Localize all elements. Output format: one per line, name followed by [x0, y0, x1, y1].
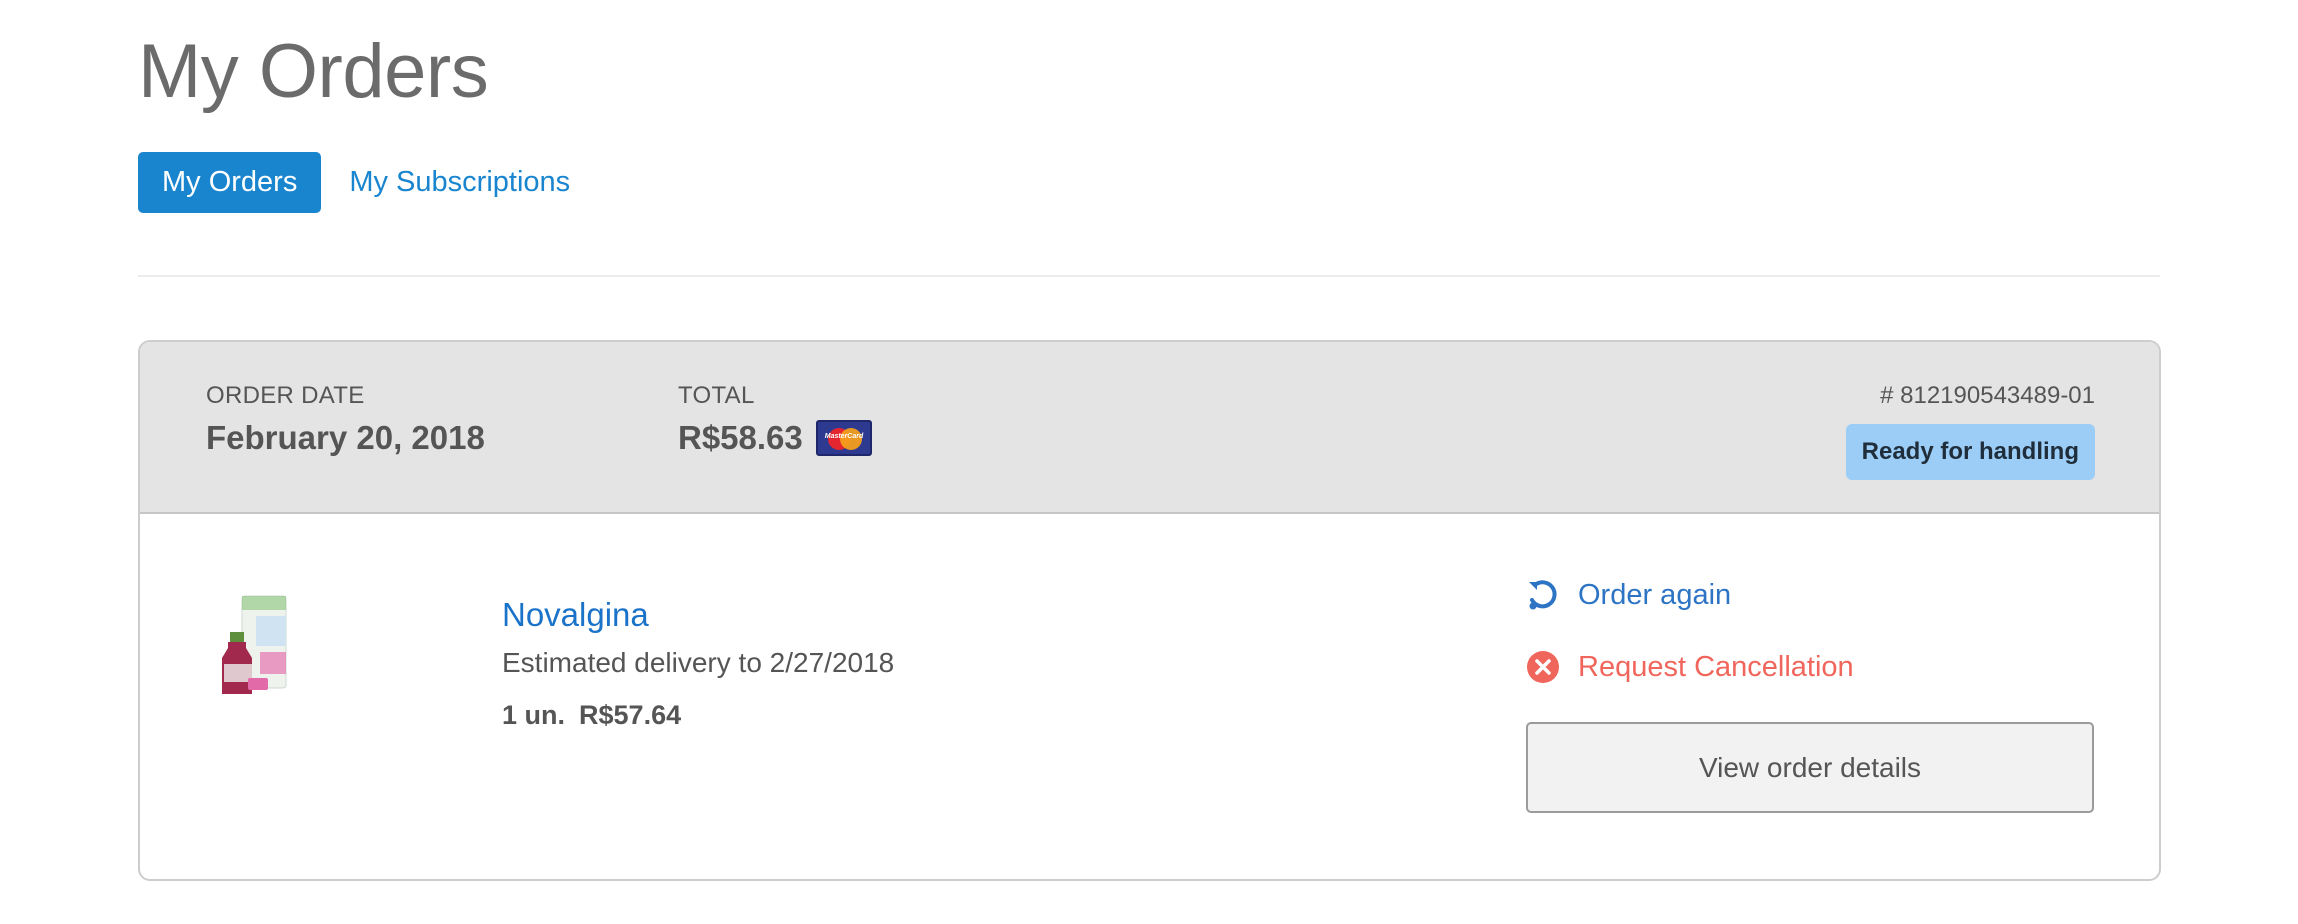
mastercard-icon: MasterCard	[816, 420, 872, 456]
request-cancellation-label: Request Cancellation	[1578, 650, 1854, 683]
order-total-label: TOTAL	[678, 382, 755, 409]
order-header: ORDER DATE February 20, 2018 TOTAL R$58.…	[140, 342, 2159, 514]
request-cancellation-link[interactable]: Request Cancellation	[1526, 650, 1854, 684]
item-price: R$57.64	[579, 700, 682, 730]
status-badge: Ready for handling	[1845, 424, 2095, 480]
order-again-link[interactable]: Order again	[1526, 578, 1731, 612]
item-quantity: 1 un.	[502, 700, 566, 730]
order-date-label: ORDER DATE	[206, 382, 365, 409]
order-total-value: R$58.63	[678, 419, 803, 456]
reorder-icon	[1529, 580, 1557, 610]
section-divider	[138, 275, 2160, 277]
mastercard-logo-text: MasterCard	[824, 433, 864, 440]
page-title: My Orders	[138, 29, 489, 114]
order-date-value: February 20, 2018	[206, 419, 485, 456]
item-quantity-price: 1 un. R$57.64	[502, 700, 681, 731]
order-card: ORDER DATE February 20, 2018 TOTAL R$58.…	[138, 340, 2161, 881]
view-order-details-button[interactable]: View order details	[1526, 722, 2094, 813]
order-again-label: Order again	[1578, 578, 1732, 611]
order-body: Novalgina Estimated delivery to 2/27/201…	[140, 514, 2159, 879]
tab-my-orders[interactable]: My Orders	[138, 152, 322, 213]
tab-my-subscriptions[interactable]: My Subscriptions	[349, 166, 570, 199]
product-name-link[interactable]: Novalgina	[502, 596, 649, 634]
product-image[interactable]	[220, 594, 290, 698]
estimated-delivery: Estimated delivery to 2/27/2018	[502, 647, 895, 678]
cancel-icon	[1527, 651, 1559, 683]
order-number: # 812190543489-01	[1880, 382, 2095, 409]
orders-tabs: My Orders My Subscriptions	[138, 152, 570, 213]
